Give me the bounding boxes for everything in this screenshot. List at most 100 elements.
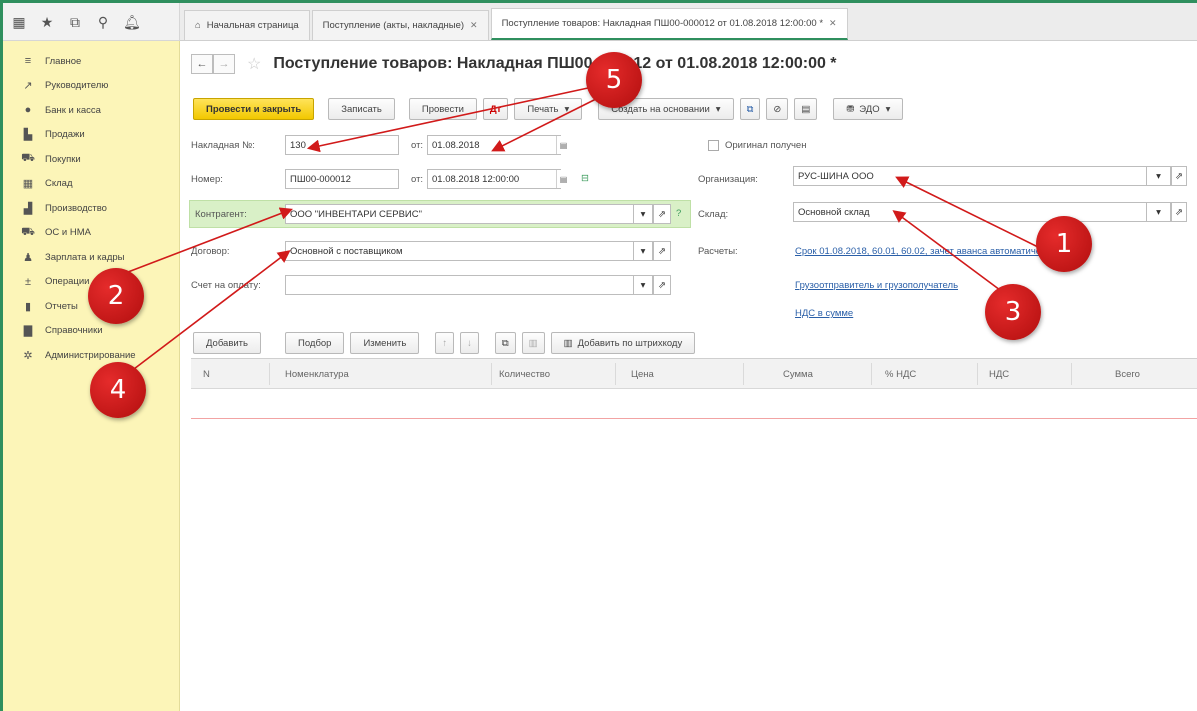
chart-line-icon: ↗ bbox=[23, 80, 33, 93]
post-button[interactable]: Провести bbox=[408, 98, 477, 120]
edo-icon: ⛃ bbox=[846, 103, 855, 115]
open-icon: ⇗ bbox=[658, 245, 666, 257]
close-icon[interactable]: ✕ bbox=[829, 18, 837, 29]
home-icon: ⌂ bbox=[195, 20, 201, 31]
payment-account-field[interactable] bbox=[285, 275, 653, 295]
copy-icon: ⧉ bbox=[501, 337, 509, 349]
favorites-star-icon[interactable]: ★ bbox=[39, 14, 55, 30]
open-icon: ⇗ bbox=[1175, 206, 1183, 218]
warehouse-field[interactable]: Основной склад bbox=[793, 202, 1171, 222]
open-icon: ⇗ bbox=[658, 279, 666, 291]
column-header[interactable]: Номенклатура bbox=[285, 369, 349, 380]
invoice-number-field[interactable]: 130 bbox=[285, 135, 399, 155]
organization-open[interactable]: ⇗ bbox=[1171, 166, 1187, 186]
calendar-button[interactable]: ▤ bbox=[556, 136, 570, 154]
person-icon: ♟ bbox=[23, 251, 33, 264]
column-separator bbox=[977, 363, 978, 385]
contract-dropdown[interactable]: ▾ bbox=[633, 241, 653, 261]
title-bar: ← → ☆ Поступление товаров: Накладная ПШ0… bbox=[191, 54, 837, 74]
production-icon: ▟ bbox=[23, 202, 33, 215]
shipper-consignee-link[interactable]: Грузоотправитель и грузополучатель bbox=[795, 280, 958, 291]
chevron-down-icon: ▾ bbox=[640, 208, 646, 220]
sidebar-item-catalogs[interactable]: ▇ Справочники bbox=[3, 319, 179, 344]
help-icon[interactable]: ? bbox=[676, 208, 681, 219]
file-icon: ▤ bbox=[801, 103, 811, 115]
calendar-button[interactable]: ▤ bbox=[556, 170, 570, 188]
contract-open[interactable]: ⇗ bbox=[653, 241, 671, 261]
search-icon[interactable]: ⚲ bbox=[95, 14, 111, 30]
print-button[interactable]: Печать ▾ bbox=[514, 98, 583, 120]
contract-label: Договор: bbox=[191, 246, 230, 257]
number-field[interactable]: ПШ00-000012 bbox=[285, 169, 399, 189]
column-header[interactable]: % НДС bbox=[885, 369, 916, 380]
files-button[interactable]: ▤ bbox=[794, 98, 818, 120]
column-header[interactable]: Сумма bbox=[783, 369, 813, 380]
warehouse-open[interactable]: ⇗ bbox=[1171, 202, 1187, 222]
save-button[interactable]: Записать bbox=[328, 98, 395, 120]
payment-account-dropdown[interactable]: ▾ bbox=[633, 275, 653, 295]
sidebar-item-purchases[interactable]: ⛟ Покупки bbox=[3, 147, 179, 172]
close-icon[interactable]: ✕ bbox=[470, 20, 478, 31]
structure-button[interactable]: ⧉ bbox=[739, 98, 761, 120]
sidebar-item-assets[interactable]: ⛟ ОС и НМА bbox=[3, 221, 179, 246]
payment-account-label: Счет на оплату: bbox=[191, 280, 261, 291]
gear-icon: ✲ bbox=[23, 349, 33, 362]
payment-account-open[interactable]: ⇗ bbox=[653, 275, 671, 295]
grid-menu-icon[interactable]: ▦ bbox=[11, 14, 27, 30]
chevron-down-icon: ▾ bbox=[715, 103, 721, 115]
column-header[interactable]: Количество bbox=[499, 369, 550, 380]
organization-dropdown[interactable]: ▾ bbox=[1146, 166, 1171, 186]
sidebar-item-payroll[interactable]: ♟ Зарплата и кадры bbox=[3, 245, 179, 270]
forward-button[interactable]: → bbox=[213, 54, 235, 74]
settlements-link[interactable]: Срок 01.08.2018, 60.01, 60.02, зачет ава… bbox=[795, 246, 1055, 257]
column-header[interactable]: N bbox=[203, 369, 210, 380]
tab-receipts-list[interactable]: Поступление (акты, накладные) ✕ bbox=[311, 10, 489, 40]
number-date-field[interactable]: 01.08.2018 12:00:00 bbox=[427, 169, 561, 189]
sidebar-item-manager[interactable]: ↗ Руководителю bbox=[3, 74, 179, 99]
dt-kt-button[interactable]: Дт bbox=[482, 98, 509, 120]
organization-field[interactable]: РУС-ШИНА ООО bbox=[793, 166, 1171, 186]
counterparty-open[interactable]: ⇗ bbox=[653, 204, 671, 224]
add-row-button[interactable]: Добавить bbox=[193, 332, 261, 354]
post-and-close-button[interactable]: Провести и закрыть bbox=[193, 98, 315, 120]
copy-row-button[interactable]: ⧉ bbox=[494, 332, 516, 354]
command-bar: Провести и закрыть Записать Провести Дт … bbox=[193, 98, 904, 120]
counterparty-dropdown[interactable]: ▾ bbox=[633, 204, 653, 224]
warehouse-dropdown[interactable]: ▾ bbox=[1146, 202, 1171, 222]
tab-receipt-document[interactable]: Поступление товаров: Накладная ПШ00-0000… bbox=[490, 8, 848, 40]
menu-icon: ≡ bbox=[24, 55, 32, 68]
vat-in-amount-link[interactable]: НДС в сумме bbox=[795, 308, 853, 319]
page-title: Поступление товаров: Накладная ПШ00-0000… bbox=[273, 55, 837, 72]
sidebar-item-sales[interactable]: ▙ Продажи bbox=[3, 123, 179, 148]
add-by-barcode-button[interactable]: ▥ Добавить по штрихкоду bbox=[550, 332, 696, 354]
delete-row-button[interactable]: ▥ bbox=[521, 332, 545, 354]
original-received-checkbox[interactable] bbox=[708, 140, 719, 151]
sidebar-item-warehouse[interactable]: ▦ Склад bbox=[3, 172, 179, 197]
sidebar-item-main[interactable]: ≡ Главное bbox=[3, 49, 179, 74]
attach-button[interactable]: ⊘ bbox=[766, 98, 789, 120]
contract-field[interactable]: Основной с поставщиком bbox=[285, 241, 653, 261]
sidebar-item-production[interactable]: ▟ Производство bbox=[3, 196, 179, 221]
open-icon: ⇗ bbox=[1175, 170, 1183, 182]
sidebar-item-bank[interactable]: ● Банк и касса bbox=[3, 98, 179, 123]
warehouse-icon: ▦ bbox=[22, 178, 34, 191]
change-button[interactable]: Изменить bbox=[350, 332, 420, 354]
back-button[interactable]: ← bbox=[191, 54, 213, 74]
column-header[interactable]: Цена bbox=[631, 369, 654, 380]
tab-home[interactable]: ⌂ Начальная страница bbox=[184, 10, 310, 40]
column-header[interactable]: НДС bbox=[989, 369, 1009, 380]
tab-label: Поступление товаров: Накладная ПШ00-0000… bbox=[501, 18, 824, 29]
favorite-star-icon[interactable]: ☆ bbox=[247, 54, 261, 74]
history-icon[interactable]: ⧉ bbox=[67, 14, 83, 30]
original-received[interactable]: Оригинал получен bbox=[708, 140, 806, 151]
edo-button[interactable]: ⛃ ЭДО ▾ bbox=[833, 98, 904, 120]
invoice-date-field[interactable]: 01.08.2018 bbox=[427, 135, 561, 155]
sidebar-item-admin[interactable]: ✲ Администрирование bbox=[3, 343, 179, 368]
arrow-up-icon: ↑ bbox=[442, 337, 448, 349]
move-up-button[interactable]: ↑ bbox=[435, 332, 455, 354]
move-down-button[interactable]: ↓ bbox=[460, 332, 479, 354]
column-header[interactable]: Всего bbox=[1115, 369, 1140, 380]
pick-button[interactable]: Подбор bbox=[285, 332, 345, 354]
bell-icon[interactable]: 🔔︎ bbox=[123, 14, 141, 30]
counterparty-field[interactable]: ООО "ИНВЕНТАРИ СЕРВИС" bbox=[285, 204, 653, 224]
